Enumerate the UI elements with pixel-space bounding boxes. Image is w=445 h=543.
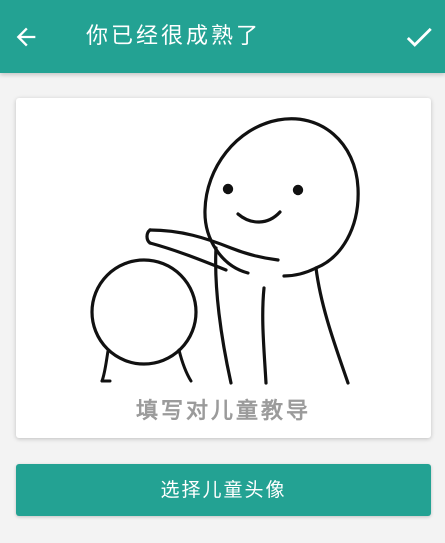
app-bar: 你已经很成熟了 xyxy=(0,0,445,73)
page-title: 你已经很成熟了 xyxy=(86,24,262,49)
select-child-avatar-button[interactable]: 选择儿童头像 xyxy=(16,464,431,516)
check-icon xyxy=(406,27,432,47)
meme-image xyxy=(90,117,360,385)
avatar-caption: 填写对儿童教导 xyxy=(135,399,311,424)
arrow-left-icon xyxy=(16,27,36,47)
avatar-card: 填写对儿童教导 xyxy=(16,98,431,438)
confirm-button[interactable] xyxy=(399,17,439,57)
back-button[interactable] xyxy=(8,19,44,55)
